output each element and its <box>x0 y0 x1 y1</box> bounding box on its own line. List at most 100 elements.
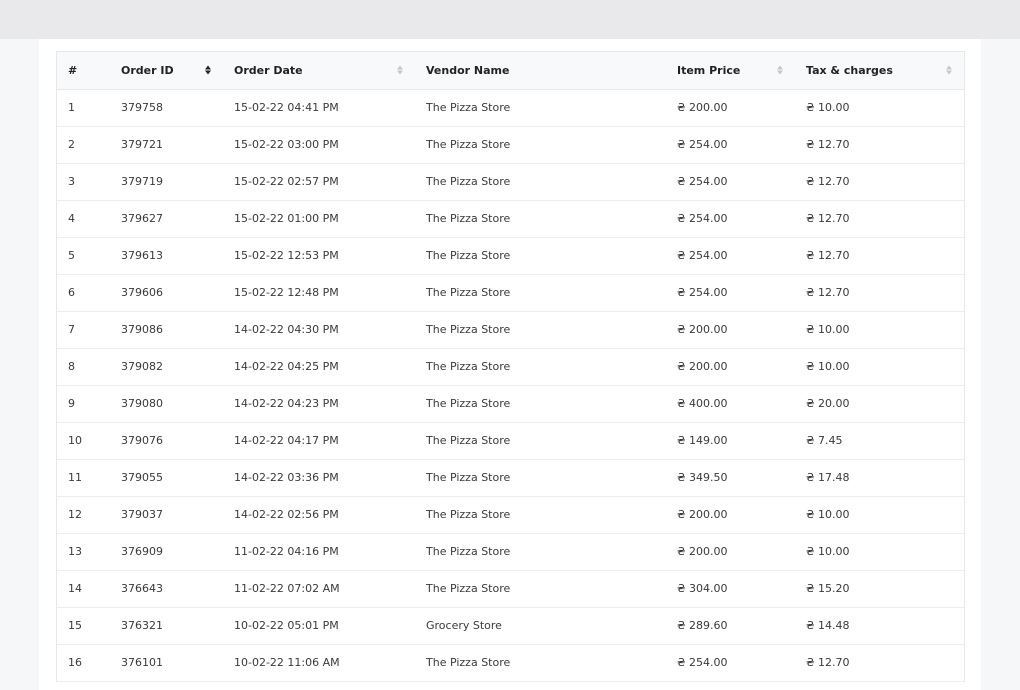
row-number: 12 <box>68 508 82 521</box>
vendor-name: The Pizza Store <box>426 508 511 521</box>
sort-icon[interactable] <box>397 65 403 75</box>
order-id-cell: 379721 <box>110 126 223 164</box>
order-id-cell: 379055 <box>110 459 223 497</box>
table-row[interactable]: 9 379080 14-02-22 04:23 PM The Pizza Sto… <box>57 385 964 423</box>
item-price: ₴ 254.00 <box>677 175 728 188</box>
tax-charges: ₴ 17.48 <box>806 471 850 484</box>
tax-charges: ₴ 12.70 <box>806 249 850 262</box>
tax-charges: ₴ 12.70 <box>806 286 850 299</box>
order-id: 379721 <box>121 138 163 151</box>
order-id: 376321 <box>121 619 163 632</box>
vendor-name: The Pizza Store <box>426 397 511 410</box>
order-id-cell: 379613 <box>110 237 223 275</box>
table-row[interactable]: 5 379613 15-02-22 12:53 PM The Pizza Sto… <box>57 237 964 275</box>
vendor-name-cell: The Pizza Store <box>415 496 666 534</box>
order-id: 379627 <box>121 212 163 225</box>
tax-charges: ₴ 20.00 <box>806 397 850 410</box>
vendor-name: The Pizza Store <box>426 434 511 447</box>
vendor-name: The Pizza Store <box>426 138 511 151</box>
row-number-cell: 13 <box>57 533 110 571</box>
order-date: 15-02-22 12:53 PM <box>234 249 339 262</box>
vendor-name: The Pizza Store <box>426 212 511 225</box>
vendor-name-cell: The Pizza Store <box>415 348 666 386</box>
tax-charges-cell: ₴ 10.00 <box>795 89 964 127</box>
table-row[interactable]: 4 379627 15-02-22 01:00 PM The Pizza Sto… <box>57 200 964 238</box>
column-header-number: # <box>57 52 110 90</box>
table-row[interactable]: 14 376643 11-02-22 07:02 AM The Pizza St… <box>57 570 964 608</box>
tax-charges-cell: ₴ 10.00 <box>795 348 964 386</box>
order-id-cell: 379082 <box>110 348 223 386</box>
order-id-cell: 379080 <box>110 385 223 423</box>
row-number-cell: 12 <box>57 496 110 534</box>
order-date-cell: 11-02-22 04:16 PM <box>223 533 415 571</box>
order-date-cell: 15-02-22 01:00 PM <box>223 200 415 238</box>
order-id: 376909 <box>121 545 163 558</box>
row-number-cell: 9 <box>57 385 110 423</box>
order-id-cell: 379037 <box>110 496 223 534</box>
item-price-cell: ₴ 289.60 <box>666 607 795 645</box>
sort-icon[interactable] <box>946 65 952 75</box>
table-row[interactable]: 8 379082 14-02-22 04:25 PM The Pizza Sto… <box>57 348 964 386</box>
table-header-row: # Order ID Order Date Vendor Name Item P… <box>57 52 964 90</box>
table-row[interactable]: 16 376101 10-02-22 11:06 AM The Pizza St… <box>57 644 964 682</box>
order-id: 376643 <box>121 582 163 595</box>
table-row[interactable]: 7 379086 14-02-22 04:30 PM The Pizza Sto… <box>57 311 964 349</box>
table-row[interactable]: 3 379719 15-02-22 02:57 PM The Pizza Sto… <box>57 163 964 201</box>
sort-ascending-icon[interactable] <box>205 65 211 75</box>
tax-charges-cell: ₴ 12.70 <box>795 163 964 201</box>
item-price: ₴ 400.00 <box>677 397 728 410</box>
item-price-cell: ₴ 200.00 <box>666 89 795 127</box>
top-bar <box>0 0 1020 39</box>
table-row[interactable]: 1 379758 15-02-22 04:41 PM The Pizza Sto… <box>57 89 964 127</box>
row-number-cell: 8 <box>57 348 110 386</box>
table-row[interactable]: 12 379037 14-02-22 02:56 PM The Pizza St… <box>57 496 964 534</box>
vendor-name: The Pizza Store <box>426 582 511 595</box>
table-row[interactable]: 15 376321 10-02-22 05:01 PM Grocery Stor… <box>57 607 964 645</box>
order-date: 10-02-22 05:01 PM <box>234 619 339 632</box>
sort-icon[interactable] <box>777 65 783 75</box>
tax-charges: ₴ 10.00 <box>806 508 850 521</box>
vendor-name-cell: The Pizza Store <box>415 200 666 238</box>
row-number: 16 <box>68 656 82 669</box>
order-id-cell: 376101 <box>110 644 223 682</box>
table-row[interactable]: 2 379721 15-02-22 03:00 PM The Pizza Sto… <box>57 126 964 164</box>
row-number: 13 <box>68 545 82 558</box>
order-date: 15-02-22 04:41 PM <box>234 101 339 114</box>
row-number-cell: 16 <box>57 644 110 682</box>
item-price-cell: ₴ 254.00 <box>666 237 795 275</box>
order-date-cell: 15-02-22 12:53 PM <box>223 237 415 275</box>
tax-charges-cell: ₴ 17.48 <box>795 459 964 497</box>
column-header-order-date-label: Order Date <box>234 63 303 77</box>
row-number-cell: 15 <box>57 607 110 645</box>
vendor-name: The Pizza Store <box>426 545 511 558</box>
vendor-name-cell: The Pizza Store <box>415 570 666 608</box>
order-id-cell: 376643 <box>110 570 223 608</box>
vendor-name-cell: The Pizza Store <box>415 644 666 682</box>
table-row[interactable]: 11 379055 14-02-22 03:36 PM The Pizza St… <box>57 459 964 497</box>
table-row[interactable]: 10 379076 14-02-22 04:17 PM The Pizza St… <box>57 422 964 460</box>
item-price: ₴ 304.00 <box>677 582 728 595</box>
tax-charges: ₴ 12.70 <box>806 656 850 669</box>
item-price: ₴ 254.00 <box>677 212 728 225</box>
column-header-vendor-name: Vendor Name <box>415 52 666 90</box>
column-header-order-date[interactable]: Order Date <box>223 52 415 90</box>
order-date-cell: 14-02-22 04:30 PM <box>223 311 415 349</box>
order-id-cell: 379606 <box>110 274 223 312</box>
column-header-vendor-name-label: Vendor Name <box>426 63 510 77</box>
column-header-tax-charges-label: Tax & charges <box>806 63 893 77</box>
row-number-cell: 1 <box>57 89 110 127</box>
order-date: 15-02-22 12:48 PM <box>234 286 339 299</box>
row-number: 2 <box>68 138 75 151</box>
order-date-cell: 15-02-22 02:57 PM <box>223 163 415 201</box>
column-header-item-price[interactable]: Item Price <box>666 52 795 90</box>
item-price: ₴ 149.00 <box>677 434 728 447</box>
row-number-cell: 11 <box>57 459 110 497</box>
table-row[interactable]: 6 379606 15-02-22 12:48 PM The Pizza Sto… <box>57 274 964 312</box>
item-price: ₴ 254.00 <box>677 249 728 262</box>
table-row[interactable]: 13 376909 11-02-22 04:16 PM The Pizza St… <box>57 533 964 571</box>
column-header-tax-charges[interactable]: Tax & charges <box>795 52 964 90</box>
vendor-name: The Pizza Store <box>426 175 511 188</box>
column-header-order-id[interactable]: Order ID <box>110 52 223 90</box>
vendor-name: The Pizza Store <box>426 656 511 669</box>
order-date-cell: 10-02-22 05:01 PM <box>223 607 415 645</box>
